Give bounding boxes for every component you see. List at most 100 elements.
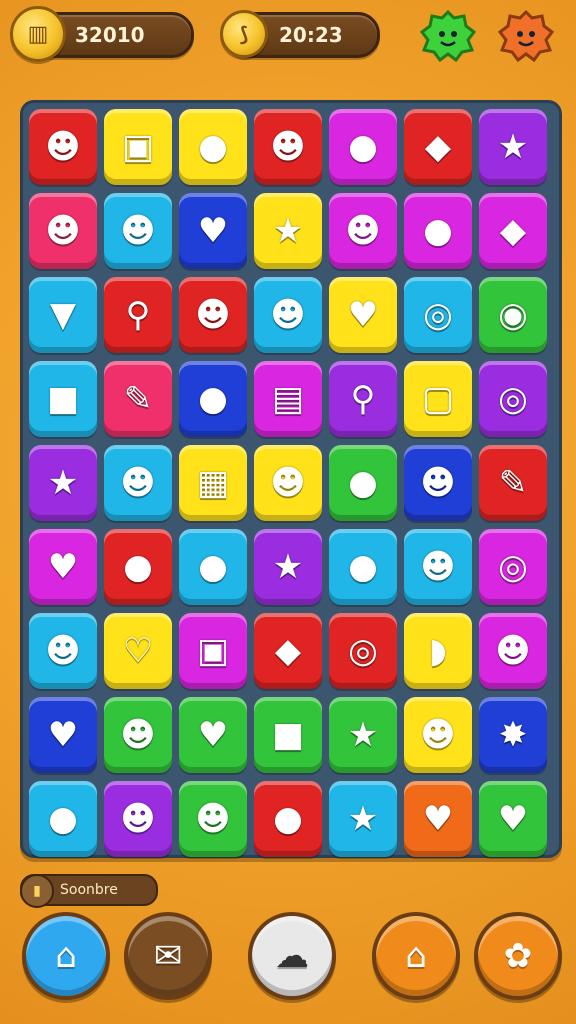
board-tile[interactable]: ● — [179, 361, 247, 437]
board-tile[interactable]: ▤ — [254, 361, 322, 437]
tile-icon: ☻ — [270, 463, 306, 503]
tile-icon: ■ — [271, 715, 305, 755]
board-tile[interactable]: ★ — [254, 529, 322, 605]
board-tile[interactable]: ☻ — [404, 529, 472, 605]
tile-icon: ✎ — [498, 463, 528, 503]
board-tile[interactable]: ♥ — [29, 529, 97, 605]
board-tile[interactable]: ♥ — [179, 697, 247, 773]
tile-icon: ☻ — [45, 211, 81, 251]
home-button[interactable]: ⌂ — [22, 912, 110, 1000]
board-tile[interactable]: ♥ — [329, 277, 397, 353]
board-tile[interactable]: ▣ — [179, 613, 247, 689]
tile-icon: ☻ — [420, 715, 456, 755]
board-tile[interactable]: ▼ — [29, 277, 97, 353]
board-tile[interactable]: ◎ — [329, 613, 397, 689]
board-tile[interactable]: ⚲ — [329, 361, 397, 437]
board-tile[interactable]: ☻ — [179, 781, 247, 857]
tile-icon: ● — [123, 547, 153, 587]
chat-icon: ☁ — [275, 936, 309, 976]
timer-icon: ⟆ — [220, 10, 268, 58]
board-tile[interactable]: ◎ — [404, 277, 472, 353]
board-tile[interactable]: ☻ — [104, 697, 172, 773]
board-tile[interactable]: ● — [404, 193, 472, 269]
tile-icon: ◎ — [498, 379, 528, 419]
board-tile[interactable]: ● — [254, 781, 322, 857]
board-tile[interactable]: ● — [29, 781, 97, 857]
board-tile[interactable]: ★ — [254, 193, 322, 269]
tile-icon: ▦ — [196, 463, 230, 503]
board-tile[interactable]: ♥ — [404, 781, 472, 857]
board-tile[interactable]: ☻ — [104, 781, 172, 857]
board-tile[interactable]: ☻ — [29, 109, 97, 185]
tile-icon: ★ — [347, 715, 379, 755]
board-tile[interactable]: ◆ — [404, 109, 472, 185]
board-tile[interactable]: ● — [329, 445, 397, 521]
board-tile[interactable]: ▢ — [404, 361, 472, 437]
board-tile[interactable]: ⚲ — [104, 277, 172, 353]
board-tile[interactable]: ☻ — [404, 445, 472, 521]
board-tile[interactable]: ◎ — [479, 529, 547, 605]
board-tile[interactable]: ● — [329, 529, 397, 605]
board-tile[interactable]: ◗ — [404, 613, 472, 689]
tile-icon: ▢ — [421, 379, 455, 419]
tile-icon: ♡ — [122, 631, 154, 671]
board-tile[interactable]: ■ — [254, 697, 322, 773]
board-tile[interactable]: ★ — [329, 781, 397, 857]
board-tile[interactable]: ■ — [29, 361, 97, 437]
board-tile[interactable]: ♥ — [29, 697, 97, 773]
green-blob-icon[interactable] — [420, 8, 476, 64]
board-tile[interactable]: ★ — [479, 109, 547, 185]
board-tile[interactable]: ● — [179, 109, 247, 185]
house-button[interactable]: ⌂ — [372, 912, 460, 1000]
board-tile[interactable]: ☻ — [479, 613, 547, 689]
board-tile[interactable]: ☻ — [404, 697, 472, 773]
tile-icon: ▼ — [49, 295, 77, 335]
tile-icon: ▤ — [271, 379, 305, 419]
board-tile[interactable]: ☻ — [104, 193, 172, 269]
board-tile[interactable]: ● — [104, 529, 172, 605]
tile-icon: ◎ — [348, 631, 378, 671]
game-board: ☻ ▣ ● ☻ ● ◆ ★ ☻ ☻ ♥ ★ ☻ ● ◆ ▼ ⚲ ☻ ☻ ♥ ◎ ◉ ■ ✎ ● ▤ ⚲ ▢ ◎ ★ ☻ ▦ ☻ ● ☻ ✎ ♥ ● ● ★ ●… — [20, 100, 562, 858]
board-tile[interactable]: ☻ — [254, 109, 322, 185]
tile-icon: ☻ — [45, 127, 81, 167]
tile-grid: ☻ ▣ ● ☻ ● ◆ ★ ☻ ☻ ♥ ★ ☻ ● ◆ ▼ ⚲ ☻ ☻ ♥ ◎ ◉ ■ ✎ ● ▤ ⚲ ▢ ◎ ★ ☻ ▦ ☻ ● ☻ ✎ ♥ ● ● ★ ●… — [29, 109, 547, 857]
board-tile[interactable]: ☻ — [29, 193, 97, 269]
tile-icon: ☻ — [420, 463, 456, 503]
board-tile[interactable]: ◆ — [479, 193, 547, 269]
tile-icon: ◉ — [498, 295, 528, 335]
board-tile[interactable]: ◆ — [254, 613, 322, 689]
board-tile[interactable]: ✎ — [104, 361, 172, 437]
tile-icon: ◆ — [424, 127, 452, 167]
board-tile[interactable]: ♡ — [104, 613, 172, 689]
tile-icon: ☻ — [120, 211, 156, 251]
board-tile[interactable]: ◉ — [479, 277, 547, 353]
tile-icon: ☻ — [195, 799, 231, 839]
board-tile[interactable]: ✸ — [479, 697, 547, 773]
board-tile[interactable]: ★ — [29, 445, 97, 521]
board-tile[interactable]: ♥ — [479, 781, 547, 857]
board-tile[interactable]: ● — [329, 109, 397, 185]
board-tile[interactable]: ☻ — [29, 613, 97, 689]
board-tile[interactable]: ● — [179, 529, 247, 605]
board-tile[interactable]: ♥ — [179, 193, 247, 269]
board-tile[interactable]: ▦ — [179, 445, 247, 521]
orange-blob-icon[interactable] — [498, 8, 554, 64]
board-tile[interactable]: ☻ — [254, 277, 322, 353]
chat-button[interactable]: ☁ — [248, 912, 336, 1000]
mail-button[interactable]: ✉ — [124, 912, 212, 1000]
tile-icon: ✎ — [123, 379, 153, 419]
tile-icon: ● — [48, 799, 78, 839]
board-tile[interactable]: ☻ — [104, 445, 172, 521]
tile-icon: ◎ — [498, 547, 528, 587]
board-tile[interactable]: ☻ — [329, 193, 397, 269]
board-tile[interactable]: ☻ — [254, 445, 322, 521]
tile-icon: ● — [348, 127, 378, 167]
board-tile[interactable]: ◎ — [479, 361, 547, 437]
board-tile[interactable]: ☻ — [179, 277, 247, 353]
flower-button[interactable]: ✿ — [474, 912, 562, 1000]
tile-icon: ⚲ — [125, 295, 151, 335]
board-tile[interactable]: ▣ — [104, 109, 172, 185]
tile-icon: ♥ — [347, 295, 379, 335]
board-tile[interactable]: ✎ — [479, 445, 547, 521]
board-tile[interactable]: ★ — [329, 697, 397, 773]
